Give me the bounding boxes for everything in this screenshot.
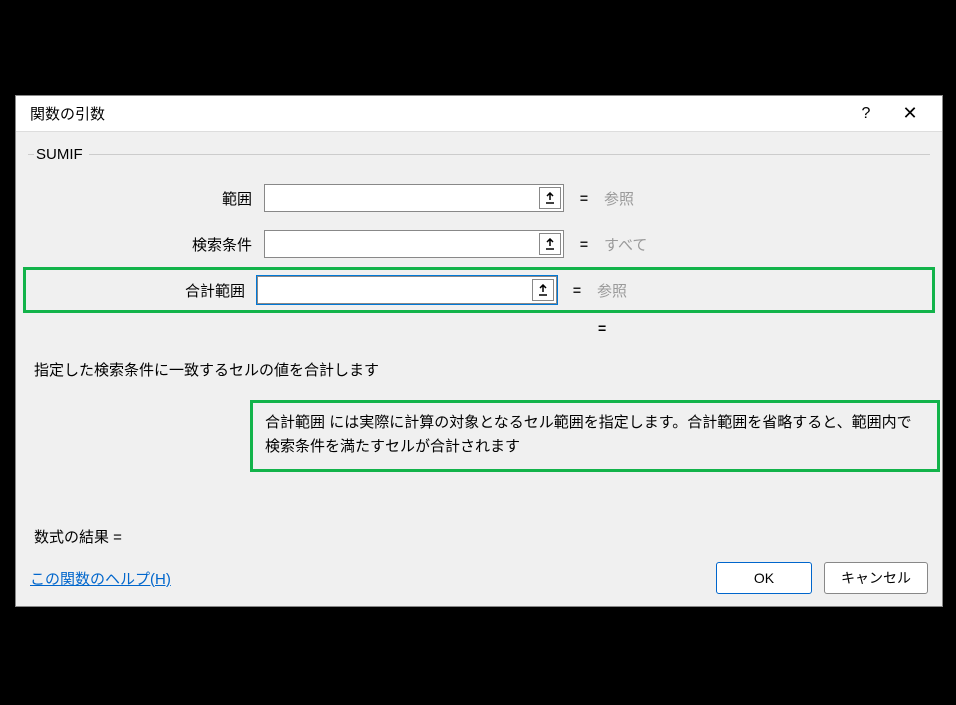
- arg-label-sumrange: 合計範囲: [30, 280, 257, 301]
- arg-row-criteria: 検索条件 = すべて: [30, 221, 928, 267]
- arg-row-range: 範囲 = 参照: [30, 175, 928, 221]
- range-select-icon[interactable]: [539, 233, 561, 255]
- dialog-body: SUMIF 範囲 = 参照 検索条件: [16, 132, 942, 547]
- function-arguments-dialog: 関数の引数 ? ✕ SUMIF 範囲 = 参照 検索条件: [15, 95, 943, 607]
- equals-icon: =: [557, 282, 597, 298]
- function-description: 指定した検索条件に一致するセルの値を合計します: [30, 359, 928, 380]
- arguments-form: 範囲 = 参照 検索条件 = すべ: [30, 175, 928, 343]
- arg-input-range[interactable]: [271, 185, 537, 211]
- group-divider: [28, 154, 930, 155]
- help-icon[interactable]: ?: [844, 99, 888, 129]
- range-select-icon[interactable]: [532, 279, 554, 301]
- titlebar: 関数の引数 ? ✕: [16, 96, 942, 132]
- equals-icon: =: [598, 320, 606, 336]
- preview-row: =: [30, 313, 928, 343]
- bottom-bar: この関数のヘルプ(H) OK キャンセル: [30, 562, 928, 594]
- range-select-icon[interactable]: [539, 187, 561, 209]
- ok-button[interactable]: OK: [716, 562, 812, 594]
- equals-icon: =: [564, 236, 604, 252]
- arg-label-range: 範囲: [30, 188, 264, 209]
- arg-input-range-wrap: [264, 184, 564, 212]
- argument-help-box: 合計範囲 には実際に計算の対象となるセル範囲を指定します。合計範囲を省略すると、…: [250, 400, 940, 472]
- arg-input-criteria[interactable]: [271, 231, 537, 257]
- arg-hint-criteria: すべて: [604, 234, 647, 255]
- arg-input-sumrange[interactable]: [264, 277, 530, 303]
- cancel-button[interactable]: キャンセル: [824, 562, 928, 594]
- arg-label-criteria: 検索条件: [30, 234, 264, 255]
- formula-result-label: 数式の結果 =: [30, 526, 928, 547]
- function-help-link[interactable]: この関数のヘルプ(H): [30, 568, 171, 589]
- arg-hint-sumrange: 参照: [597, 280, 627, 301]
- argument-help-text: には実際に計算の対象となるセル範囲を指定します。合計範囲を省略すると、範囲内で検…: [265, 414, 912, 455]
- equals-icon: =: [564, 190, 604, 206]
- arg-input-sumrange-wrap: [257, 276, 557, 304]
- close-icon[interactable]: ✕: [888, 99, 932, 129]
- argument-help-name: 合計範囲: [265, 414, 325, 431]
- arg-hint-range: 参照: [604, 188, 634, 209]
- dialog-title: 関数の引数: [30, 103, 844, 124]
- arg-input-criteria-wrap: [264, 230, 564, 258]
- arg-row-sumrange: 合計範囲 = 参照: [23, 267, 935, 313]
